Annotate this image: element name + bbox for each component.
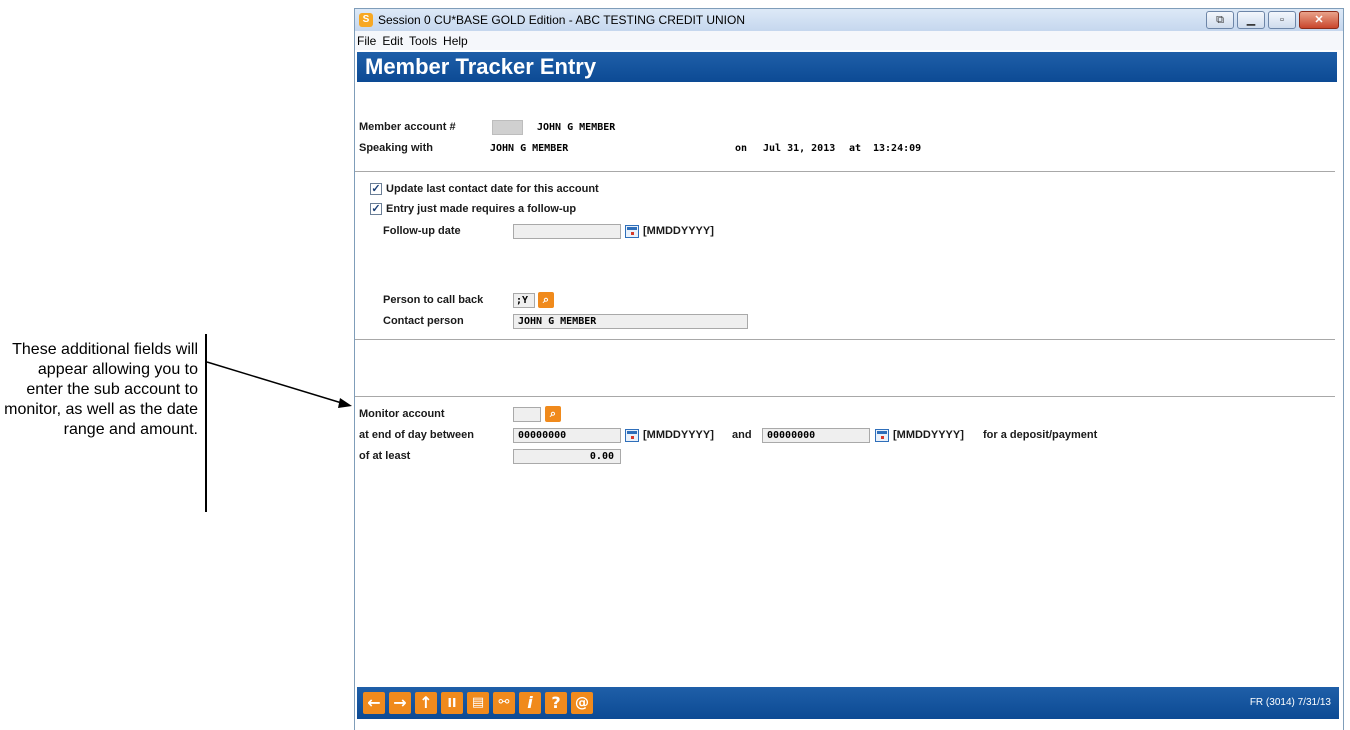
status-text: FR (3014) 7/31/13 bbox=[1249, 697, 1331, 708]
back-arrow-icon[interactable]: ← bbox=[363, 692, 385, 714]
divider bbox=[355, 396, 1335, 397]
contact-person-field[interactable]: JOHN G MEMBER bbox=[513, 314, 748, 329]
forward-arrow-icon[interactable]: → bbox=[389, 692, 411, 714]
start-date-format: [MMDDYYYY] bbox=[643, 429, 714, 441]
page-header: Member Tracker Entry bbox=[355, 50, 1343, 105]
member-account-label: Member account # bbox=[359, 121, 456, 133]
person-to-call-label: Person to call back bbox=[383, 294, 484, 306]
contact-date: Jul 31, 2013 bbox=[763, 143, 836, 154]
followup-date-format: [MMDDYYYY] bbox=[643, 225, 714, 237]
at-icon[interactable]: @ bbox=[571, 692, 593, 714]
maximize-button[interactable]: ▫ bbox=[1268, 11, 1296, 29]
monitor-lookup-icon[interactable]: ⌕ bbox=[545, 406, 561, 422]
contact-time: 13:24:09 bbox=[873, 143, 922, 154]
end-date-field[interactable]: 00000000 bbox=[762, 428, 870, 443]
start-date-field[interactable]: 00000000 bbox=[513, 428, 621, 443]
up-arrow-icon[interactable]: ↑ bbox=[415, 692, 437, 714]
amount-field[interactable]: 0.00 bbox=[513, 449, 621, 464]
app-logo-icon: S bbox=[359, 13, 373, 27]
on-label: on bbox=[735, 143, 748, 154]
title-bar: S Session 0 CU*BASE GOLD Edition - ABC T… bbox=[355, 9, 1343, 31]
between-label: at end of day between bbox=[359, 429, 474, 441]
and-label: and bbox=[732, 429, 752, 441]
followup-date-field[interactable] bbox=[513, 224, 621, 239]
menu-edit[interactable]: Edit bbox=[382, 34, 403, 48]
speaking-with-label: Speaking with bbox=[359, 142, 433, 154]
contact-person-label: Contact person bbox=[383, 315, 464, 327]
callout-text: These additional fields will appear allo… bbox=[4, 341, 198, 438]
restore-session-icon[interactable]: ⧉ bbox=[1206, 11, 1234, 29]
pause-icon[interactable]: II bbox=[441, 692, 463, 714]
callout-bracket bbox=[205, 334, 207, 512]
app-window: S Session 0 CU*BASE GOLD Edition - ABC T… bbox=[354, 8, 1344, 730]
page-title: Member Tracker Entry bbox=[357, 52, 1337, 82]
member-account-name: JOHN G MEMBER bbox=[537, 122, 616, 133]
person-lookup-icon[interactable]: ⌕ bbox=[538, 292, 554, 308]
menu-help[interactable]: Help bbox=[443, 34, 468, 48]
divider bbox=[355, 339, 1335, 340]
close-button[interactable]: ✕ bbox=[1299, 11, 1339, 29]
calendar-icon[interactable] bbox=[625, 225, 639, 238]
member-account-field bbox=[492, 120, 523, 135]
at-label: at bbox=[849, 143, 862, 154]
end-date-format: [MMDDYYYY] bbox=[893, 429, 964, 441]
minimize-button[interactable]: ▁ bbox=[1237, 11, 1265, 29]
menu-file[interactable]: File bbox=[357, 34, 376, 48]
speaking-with-name: JOHN G MEMBER bbox=[490, 143, 569, 154]
bottom-toolbar: ← → ↑ II ▤ ⚯ i ? @ FR (3014) 7/31/13 bbox=[357, 687, 1339, 719]
deposit-payment-label: for a deposit/payment bbox=[983, 429, 1098, 441]
at-least-label: of at least bbox=[359, 450, 411, 462]
window-title: Session 0 CU*BASE GOLD Edition - ABC TES… bbox=[378, 13, 745, 27]
followup-required-label: Entry just made requires a follow-up bbox=[386, 203, 577, 215]
menu-bar: File Edit Tools Help bbox=[355, 31, 1343, 50]
help-icon[interactable]: ? bbox=[545, 692, 567, 714]
divider bbox=[355, 171, 1335, 172]
followup-date-label: Follow-up date bbox=[383, 225, 461, 237]
calendar-icon[interactable] bbox=[875, 429, 889, 442]
monitor-account-label: Monitor account bbox=[359, 408, 445, 420]
link-icon[interactable]: ⚯ bbox=[493, 692, 515, 714]
update-contact-checkbox[interactable]: ✓ bbox=[370, 183, 382, 195]
info-icon[interactable]: i bbox=[519, 692, 541, 714]
print-icon[interactable]: ▤ bbox=[467, 692, 489, 714]
monitor-account-field[interactable] bbox=[513, 407, 541, 422]
menu-tools[interactable]: Tools bbox=[409, 34, 437, 48]
update-contact-label: Update last contact date for this accoun… bbox=[386, 183, 599, 195]
person-to-call-field[interactable]: ;Y bbox=[513, 293, 535, 308]
followup-required-checkbox[interactable]: ✓ bbox=[370, 203, 382, 215]
calendar-icon[interactable] bbox=[625, 429, 639, 442]
